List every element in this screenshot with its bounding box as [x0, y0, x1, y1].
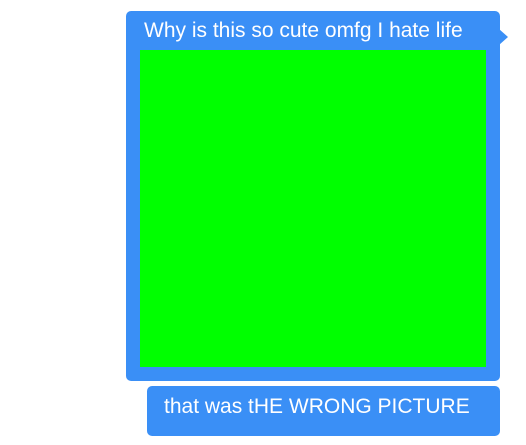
sent-message-bubble[interactable]: that was tHE WRONG PICTURE [147, 386, 500, 436]
message-text: that was tHE WRONG PICTURE [164, 395, 470, 418]
chat-transcript: Why is this so cute omfg I hate life tha… [0, 0, 526, 445]
bubble-tail [499, 29, 508, 45]
message-text: Why is this so cute omfg I hate life [144, 19, 463, 42]
sent-message-bubble[interactable]: Why is this so cute omfg I hate life [126, 11, 508, 381]
image-attachment[interactable] [140, 50, 486, 367]
